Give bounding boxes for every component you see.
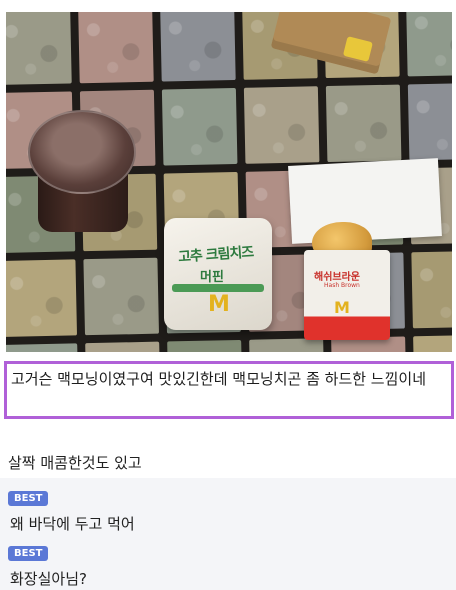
- post-photo: 고추 크림치즈 머핀 M 해쉬브라운 Hash Brown M: [6, 12, 452, 352]
- best-badge: BEST: [8, 546, 49, 561]
- post-body-text: 살짝 매콤한것도 있고: [8, 454, 142, 472]
- best-badge: BEST: [8, 491, 49, 506]
- highlighted-text: 고거슨 맥모닝이였구여 맛있긴한데 맥모닝치곤 좀 하드한 느낌이네: [11, 370, 427, 388]
- best-comments: BEST 왜 바닥에 두고 먹어 BEST 화장실아님?: [0, 478, 456, 590]
- comment-text: 왜 바닥에 두고 먹어: [10, 515, 135, 533]
- hashbrown-sleeve: 해쉬브라운 Hash Brown M: [304, 250, 390, 340]
- muffin-wrapper: 고추 크림치즈 머핀 M: [164, 218, 272, 330]
- sandwich-label: 고추 크림치즈: [177, 244, 254, 266]
- hashbrown-label: 해쉬브라운: [314, 272, 360, 283]
- highlighted-text-box: 고거슨 맥모닝이였구여 맛있긴한데 맥모닝치곤 좀 하드한 느낌이네: [4, 361, 454, 419]
- arches-logo-small: M: [334, 298, 350, 317]
- comment-item: BEST 왜 바닥에 두고 먹어: [8, 486, 135, 534]
- sandwich-label-sub: 머핀: [200, 270, 224, 285]
- arches-logo: M: [208, 292, 230, 317]
- comment-item: BEST 화장실아님?: [8, 541, 87, 589]
- coffee-cup: [28, 110, 136, 232]
- hashbrown-sub-label: Hash Brown: [324, 282, 360, 289]
- comment-text: 화장실아님?: [10, 570, 87, 588]
